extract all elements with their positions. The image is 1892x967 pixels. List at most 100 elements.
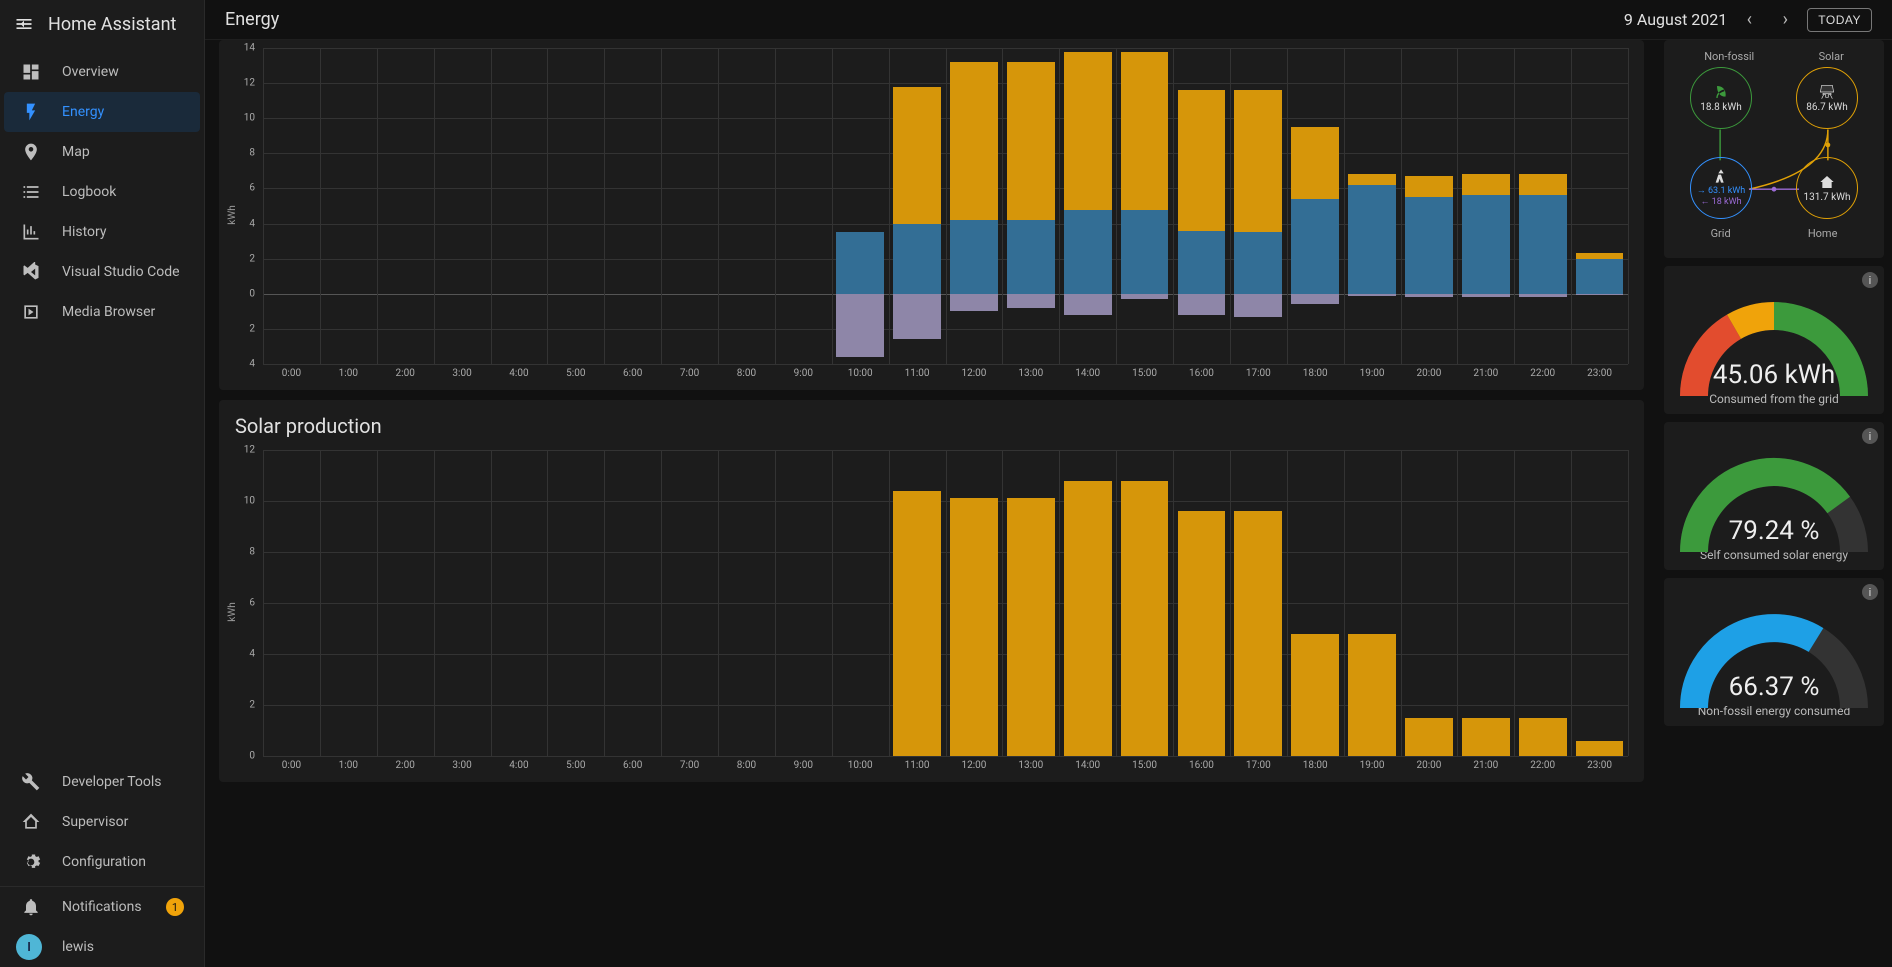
bar-solar_consumed — [1519, 174, 1567, 195]
bar-grid_import — [1178, 231, 1226, 294]
map-icon — [20, 141, 42, 163]
bar-solar_consumed — [1178, 90, 1226, 230]
sidebar-item-label: Map — [62, 144, 90, 160]
menu-collapse-icon[interactable] — [12, 12, 36, 36]
info-icon[interactable]: i — [1862, 272, 1878, 288]
sidebar-item-developer-tools[interactable]: Developer Tools — [4, 762, 200, 802]
sidebar-item-visual-studio-code[interactable]: Visual Studio Code — [4, 252, 200, 292]
bar-solar_consumed — [1064, 52, 1112, 210]
sidebar-item-configuration[interactable]: Configuration — [4, 842, 200, 882]
cog-icon — [20, 851, 42, 873]
flow-solar-value: 86.7 kWh — [1806, 102, 1847, 113]
date-next-button[interactable]: › — [1771, 6, 1799, 34]
bar-grid_export — [1007, 294, 1055, 308]
bar-grid_import — [893, 224, 941, 294]
flow-nonfossil-label: Non-fossil — [1704, 50, 1754, 63]
sidebar-item-logbook[interactable]: Logbook — [4, 172, 200, 212]
solar-production-title: Solar production — [219, 400, 1644, 442]
gauge-3 — [1674, 608, 1874, 708]
flow-node-home[interactable]: 131.7 kWh — [1796, 157, 1858, 219]
energy-usage-chart: kWh 02468101214240:001:002:003:004:005:0… — [219, 40, 1644, 390]
bar-grid_export — [1405, 294, 1453, 298]
page-title: Energy — [225, 9, 279, 30]
sidebar-item-media-browser[interactable]: Media Browser — [4, 292, 200, 332]
notifications-badge: 1 — [166, 898, 184, 916]
sidebar-item-map[interactable]: Map — [4, 132, 200, 172]
hass-icon — [20, 811, 42, 833]
bar-solar_consumed — [1007, 62, 1055, 220]
bar-solar — [1178, 511, 1226, 756]
gauge-1 — [1674, 296, 1874, 396]
sidebar-nav: Overview Energy Map Logbook History Visual St… — [0, 48, 204, 336]
sidebar-item-label: Visual Studio Code — [62, 264, 180, 280]
chart-icon — [20, 221, 42, 243]
today-button[interactable]: TODAY — [1807, 8, 1872, 32]
sidebar-item-notifications[interactable]: Notifications 1 — [4, 887, 200, 927]
bar-grid_export — [836, 294, 884, 357]
bar-solar — [1519, 718, 1567, 756]
sidebar: Home Assistant Overview Energy Map Logbook H… — [0, 0, 205, 967]
sidebar-item-label: Overview — [62, 64, 119, 80]
info-icon[interactable]: i — [1862, 584, 1878, 600]
bar-grid_import — [1234, 232, 1282, 293]
bar-solar — [1462, 718, 1510, 756]
energy-usage-card: kWh 02468101214240:001:002:003:004:005:0… — [219, 40, 1644, 390]
bar-grid_import — [1462, 195, 1510, 293]
sidebar-item-energy[interactable]: Energy — [4, 92, 200, 132]
sidebar-bottom-nav: Developer Tools Supervisor Configuration — [0, 758, 204, 886]
transmission-tower-icon — [1713, 168, 1729, 184]
flow-node-grid[interactable]: → 63.1 kWh ← 18 kWh — [1690, 157, 1752, 219]
bar-solar_consumed — [1121, 52, 1169, 210]
info-icon[interactable]: i — [1862, 428, 1878, 444]
bar-solar_consumed — [1291, 127, 1339, 199]
date-prev-button[interactable]: ‹ — [1735, 6, 1763, 34]
bar-solar_consumed — [1348, 174, 1396, 185]
bar-grid_import — [1348, 185, 1396, 294]
solar-production-chart: kWh 0246810120:001:002:003:004:005:006:0… — [219, 442, 1644, 782]
bar-grid_export — [1462, 294, 1510, 298]
sidebar-item-label: Energy — [62, 104, 104, 120]
app-name: Home Assistant — [48, 14, 176, 35]
sidebar-item-history[interactable]: History — [4, 212, 200, 252]
gauge-nonfossil: i 66.37 % Non-fossil energy consumed — [1664, 578, 1884, 726]
bar-grid_export — [1121, 294, 1169, 299]
bar-solar — [1234, 511, 1282, 756]
bar-grid_export — [1519, 294, 1567, 298]
bar-solar — [893, 491, 941, 756]
bar-solar — [1007, 498, 1055, 756]
bar-grid_export — [893, 294, 941, 340]
bar-grid_export — [1178, 294, 1226, 315]
bar-solar — [1576, 741, 1624, 756]
bar-solar — [1348, 634, 1396, 756]
bar-solar — [1405, 718, 1453, 756]
sidebar-item-label: Configuration — [62, 854, 146, 870]
bar-grid_import — [1519, 195, 1567, 293]
flash-icon — [20, 101, 42, 123]
bar-solar — [1064, 481, 1112, 756]
sidebar-item-label: Developer Tools — [62, 774, 162, 790]
solar-production-card: Solar production kWh 0246810120:001:002:… — [219, 400, 1644, 782]
bar-grid_import — [836, 232, 884, 293]
bar-grid_import — [1064, 210, 1112, 294]
leaf-icon — [1713, 84, 1729, 100]
bar-grid_import — [1576, 259, 1624, 294]
date-label: 9 August 2021 — [1624, 10, 1727, 29]
flow-node-solar[interactable]: 86.7 kWh — [1796, 67, 1858, 129]
sidebar-item-supervisor[interactable]: Supervisor — [4, 802, 200, 842]
bar-solar_consumed — [1234, 90, 1282, 232]
gauge-2 — [1674, 452, 1874, 552]
sidebar-item-label: Logbook — [62, 184, 116, 200]
user-avatar: l — [16, 934, 42, 960]
bar-grid_export — [1348, 294, 1396, 296]
flow-grid-in: → 63.1 kWh — [1697, 186, 1746, 197]
gauge-grid-consumed: i 45.06 kWh Consumed from the grid — [1664, 266, 1884, 414]
sidebar-item-overview[interactable]: Overview — [4, 52, 200, 92]
flow-grid-out: ← 18 kWh — [1700, 197, 1741, 208]
sidebar-item-label: History — [62, 224, 107, 240]
sidebar-item-user[interactable]: l lewis — [4, 927, 200, 967]
bar-grid_import — [1405, 197, 1453, 294]
flow-node-nonfossil[interactable]: 18.8 kWh — [1690, 67, 1752, 129]
sidebar-header: Home Assistant — [0, 0, 204, 48]
list-icon — [20, 181, 42, 203]
bar-solar — [1121, 481, 1169, 756]
